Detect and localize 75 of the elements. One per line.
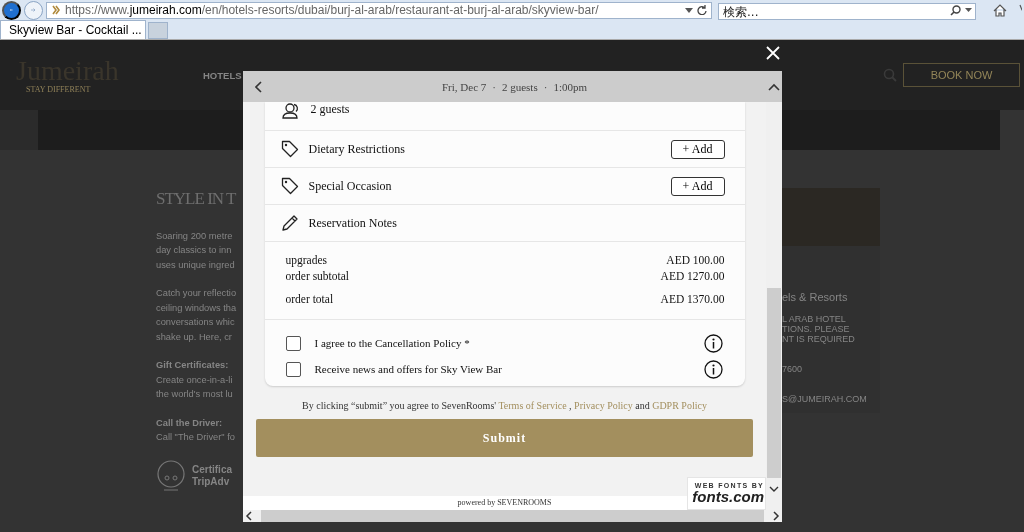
paragraph-line: conversations whic [156,316,236,329]
row-label: Special Occasion [308,178,393,194]
contact-text: TIONS. PLEASE [782,324,851,334]
paragraph-line: uses unique ingred [156,258,236,272]
contact-text: 7600 [782,364,804,374]
separator-dot: · [492,80,496,93]
paragraph-line: shake up. Here, cr [156,330,233,344]
section-title: Gift Certificates: [156,359,230,372]
checkbox[interactable] [285,361,301,377]
info-icon[interactable] [703,333,723,353]
paragraph-line: Catch your reflectio [156,287,238,300]
certificate-badge-icon [156,458,186,493]
right-chevron-icon[interactable] [772,511,780,521]
book-now-button[interactable]: BOOK NOW [903,63,1020,87]
forward-arrow-icon [31,6,36,14]
submit-button[interactable]: Submit [256,419,753,457]
total-amount: AED 100.00 [666,253,725,268]
caret-icon[interactable] [685,7,693,13]
certificate-text: Certifica [192,463,232,476]
paragraph-line: Call "The Driver" fo [156,431,236,444]
add-button[interactable]: + Add [670,176,725,196]
add-button[interactable]: + Add [670,139,725,159]
nav-link[interactable]: HOTELS [203,69,242,81]
back-button[interactable] [2,0,21,20]
address-bar[interactable]: https://www.jumeirah.com/en/hotels-resorts/dubai/burj-al-arab/restaurant-at-burj-al-arab/skyview-bar/ [46,1,712,19]
policy-link[interactable]: Privacy Policy [574,400,633,411]
paragraph-line: Soaring 200 metre [156,229,234,243]
page-heading: STYLE IN T [156,192,237,207]
total-label: order subtotal [285,269,350,284]
total-label: order total [285,292,334,307]
down-chevron-icon[interactable] [769,486,779,493]
checkbox[interactable] [285,335,301,351]
separator-dot: · [543,80,548,93]
checkbox-label: I agree to the Cancellation Policy * [314,337,471,349]
site-icon [51,5,61,15]
paragraph-line: the world's most lu [156,388,234,401]
refresh-icon[interactable] [697,5,707,15]
info-icon[interactable] [703,359,723,379]
guests-icon [280,102,301,120]
logo-tagline: STAY DIFFERENT [26,84,92,94]
up-chevron-icon[interactable] [766,81,782,92]
close-icon[interactable] [764,44,782,62]
home-icon[interactable] [993,3,1007,17]
policy-link[interactable]: Terms of Service [498,400,567,411]
browser-tab[interactable]: Skyview Bar - Cocktail ... [0,20,146,39]
row-label: 2 guests [310,102,351,117]
tag-icon [280,177,299,195]
checkbox-label: Receive news and offers for Sky View Bar [314,363,503,375]
pencil-icon [280,214,299,232]
booking-summary: 1:00pm [553,80,587,93]
back-chevron-icon[interactable] [255,80,263,93]
tag-icon [280,140,299,158]
contact-text: S@JUMEIRAH.COM [782,394,868,404]
contact-text: NT IS REQUIRED [782,334,856,344]
search-icon[interactable] [950,4,961,16]
booking-summary: 2 guests [501,80,538,93]
paragraph-line: Create once-in-a-li [156,373,234,387]
row-label: Reservation Notes [308,215,398,231]
total-label: upgrades [285,253,327,268]
caret-icon[interactable] [965,8,972,12]
terms-text: By clicking “submit” you agree to SevenRooms' Terms of Service , Privacy Policy and GDPR Policy [302,400,707,411]
section-title: Call the Driver: [156,416,224,430]
paragraph-line: ceiling windows tha [156,301,238,315]
paragraph-line: day classics to inn [156,244,233,257]
booking-summary: Fri, Dec 7 [442,80,487,93]
certificate-text: TripAdv [192,475,231,488]
contact-text: els & Resorts [782,290,849,302]
search-field[interactable]: 検索... [718,3,976,20]
horizontal-scrollbar[interactable] [243,510,782,522]
contact-text: L ARAB HOTEL [782,314,847,324]
policy-link[interactable]: GDPR Policy [652,400,707,411]
total-amount: AED 1370.00 [660,292,725,307]
total-amount: AED 1270.00 [660,269,725,284]
row-label: Dietary Restrictions [308,141,406,157]
left-chevron-icon[interactable] [245,511,253,521]
